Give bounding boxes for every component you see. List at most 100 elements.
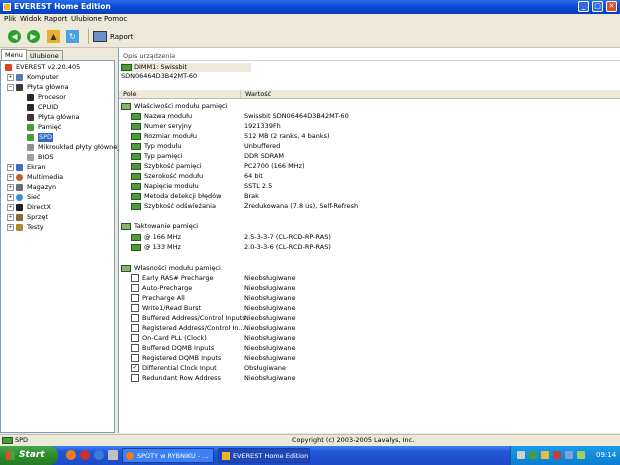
expand-plus-icon[interactable]: + <box>7 204 14 211</box>
forward-arrow-icon[interactable]: ▶ <box>27 30 40 43</box>
table-row[interactable]: Typ pamięci DDR SDRAM <box>119 151 620 161</box>
divider <box>119 60 620 61</box>
expand-plus-icon[interactable]: + <box>7 194 14 201</box>
hard-disk-icon <box>16 184 23 191</box>
table-row[interactable]: ✓ Differential Clock Input Obsługiwane <box>119 363 620 373</box>
expand-plus-icon[interactable]: + <box>7 224 14 231</box>
toolbar: ◀ ▶ ▲ ↻ Raport <box>0 26 620 48</box>
status-bar: SPD Copyright (c) 2003-2005 Lavalys, Inc… <box>0 434 620 446</box>
table-row[interactable]: @ 166 MHz 2.5-3-3-7 (CL-RCD-RP-RAS) <box>119 232 620 242</box>
toolbar-separator <box>88 29 89 44</box>
show-desktop-icon[interactable] <box>108 450 118 460</box>
taskbar: Start SPOTY w RYBNIKU - ... EVEREST Home… <box>0 446 620 465</box>
taskbar-clock[interactable]: 09:14 <box>596 451 616 459</box>
report-button-label[interactable]: Raport <box>110 33 133 41</box>
windows-logo-icon <box>6 451 15 460</box>
motherboard-icon <box>27 114 34 121</box>
tray-icon[interactable] <box>541 451 549 459</box>
chipset-icon <box>27 144 34 151</box>
tray-icon[interactable] <box>529 451 537 459</box>
expand-plus-icon[interactable]: + <box>7 214 14 221</box>
checkbox-unchecked <box>131 274 139 282</box>
firefox-icon <box>126 452 134 460</box>
opera-icon[interactable] <box>80 450 90 460</box>
tray-icon[interactable] <box>553 451 561 459</box>
cpu-chip-icon <box>27 104 34 111</box>
table-row[interactable]: Szybkość odświeżania Zredukowana (7.8 us)… <box>119 201 620 211</box>
checkbox-unchecked <box>131 314 139 322</box>
firefox-icon[interactable] <box>66 450 76 460</box>
refresh-icon[interactable]: ↻ <box>66 30 79 43</box>
up-folder-icon[interactable]: ▲ <box>47 30 60 43</box>
table-row[interactable]: @ 133 MHz 2.0-3-3-6 (CL-RCD-RP-RAS) <box>119 242 620 252</box>
expand-plus-icon[interactable]: + <box>7 164 14 171</box>
everest-app-icon <box>222 452 230 460</box>
table-row[interactable]: Buffered Address/Control Inputs Nieobsług… <box>119 313 620 323</box>
expand-plus-icon[interactable]: + <box>7 74 14 81</box>
system-tray: 09:14 <box>510 446 620 465</box>
taskbar-item-firefox[interactable]: SPOTY w RYBNIKU - ... <box>122 448 214 463</box>
table-row[interactable]: Numer seryjny 1921339Fh <box>119 121 620 131</box>
table-row[interactable]: Metoda detekcji błędów Brak <box>119 191 620 201</box>
memory-module-icon <box>131 112 141 120</box>
expand-plus-icon[interactable]: + <box>7 174 14 181</box>
table-row[interactable]: Typ modułu Unbuffered <box>119 141 620 151</box>
table-row[interactable]: Nazwa modułu Swissbit SDN06464D3B42MT-60 <box>119 111 620 121</box>
maximize-button[interactable]: □ <box>592 1 603 12</box>
column-header-value[interactable]: Wartość <box>241 90 620 99</box>
table-row[interactable]: Precharge All Nieobsługiwane <box>119 293 620 303</box>
internet-explorer-icon[interactable] <box>94 450 104 460</box>
memory-module-icon <box>131 132 141 140</box>
device-description-row[interactable]: DIMM1: Swissbit SDN06464D3B42MT-60 <box>121 63 251 80</box>
collapse-minus-icon[interactable]: − <box>7 84 14 91</box>
close-button[interactable]: ✕ <box>606 1 617 12</box>
checkbox-unchecked <box>131 354 139 362</box>
menu-favorites[interactable]: Ulubione <box>71 15 102 23</box>
title-bar[interactable]: EVEREST Home Edition _ □ ✕ <box>0 0 620 14</box>
table-row[interactable]: Auto-Precharge Nieobsługiwane <box>119 283 620 293</box>
table-row[interactable]: Rozmiar modułu 512 MB (2 ranks, 4 banks) <box>119 131 620 141</box>
table-row[interactable]: Szybkość pamięci PC2700 (166 MHz) <box>119 161 620 171</box>
menu-help[interactable]: Pomoc <box>104 15 127 23</box>
checkbox-unchecked <box>131 334 139 342</box>
table-row[interactable]: Napięcie modułu SSTL 2.5 <box>119 181 620 191</box>
table-row[interactable]: Redundant Row Address Nieobsługiwane <box>119 373 620 383</box>
menu-file[interactable]: Plik <box>4 15 16 23</box>
menu-bar: Plik Widok Raport Ulubione Pomoc <box>0 14 620 25</box>
benchmark-icon <box>16 224 23 231</box>
report-icon[interactable] <box>93 31 107 42</box>
device-description-header: Opis urządzenia <box>123 52 176 60</box>
table-row[interactable]: Registered DQMB Inputs Nieobsługiwane <box>119 353 620 363</box>
menu-report[interactable]: Raport <box>44 15 67 23</box>
menu-view[interactable]: Widok <box>20 15 42 23</box>
navigation-tree[interactable]: EVEREST v2.20.405 + Komputer − Płyta głó… <box>0 60 119 433</box>
memory-module-icon <box>27 124 34 131</box>
taskbar-item-everest[interactable]: EVEREST Home Edition <box>218 448 310 463</box>
checkbox-checked: ✓ <box>131 364 139 372</box>
tray-icon[interactable] <box>517 451 525 459</box>
memory-module-icon <box>2 436 13 444</box>
minimize-button[interactable]: _ <box>578 1 589 12</box>
table-row[interactable]: Registered Address/Control In... Nieobsłu… <box>119 323 620 333</box>
left-tabs: Menu Ulubione <box>0 48 116 61</box>
section-memory-timings: Taktowanie pamięci <box>119 221 620 231</box>
back-arrow-icon[interactable]: ◀ <box>8 30 21 43</box>
network-icon[interactable] <box>577 451 585 459</box>
start-button[interactable]: Start <box>0 446 58 465</box>
memory-module-icon <box>131 122 141 130</box>
table-row[interactable]: On-Card PLL (Clock) Nieobsługiwane <box>119 333 620 343</box>
volume-icon[interactable] <box>565 451 573 459</box>
memory-module-icon <box>131 142 141 150</box>
column-header-field[interactable]: Pole <box>119 90 241 99</box>
table-row[interactable]: Early RAS# Precharge Nieobsługiwane <box>119 273 620 283</box>
memory-module-icon <box>131 162 141 170</box>
motherboard-icon <box>16 84 23 91</box>
expand-plus-icon[interactable]: + <box>7 184 14 191</box>
table-row[interactable]: Szerokość modułu 64 bit <box>119 171 620 181</box>
checkbox-unchecked <box>131 294 139 302</box>
memory-module-icon <box>121 222 131 230</box>
bios-chip-icon <box>27 154 34 161</box>
everest-icon <box>5 64 12 71</box>
table-row[interactable]: Buffered DQMB Inputs Nieobsługiwane <box>119 343 620 353</box>
table-row[interactable]: Write1/Read Burst Nieobsługiwane <box>119 303 620 313</box>
